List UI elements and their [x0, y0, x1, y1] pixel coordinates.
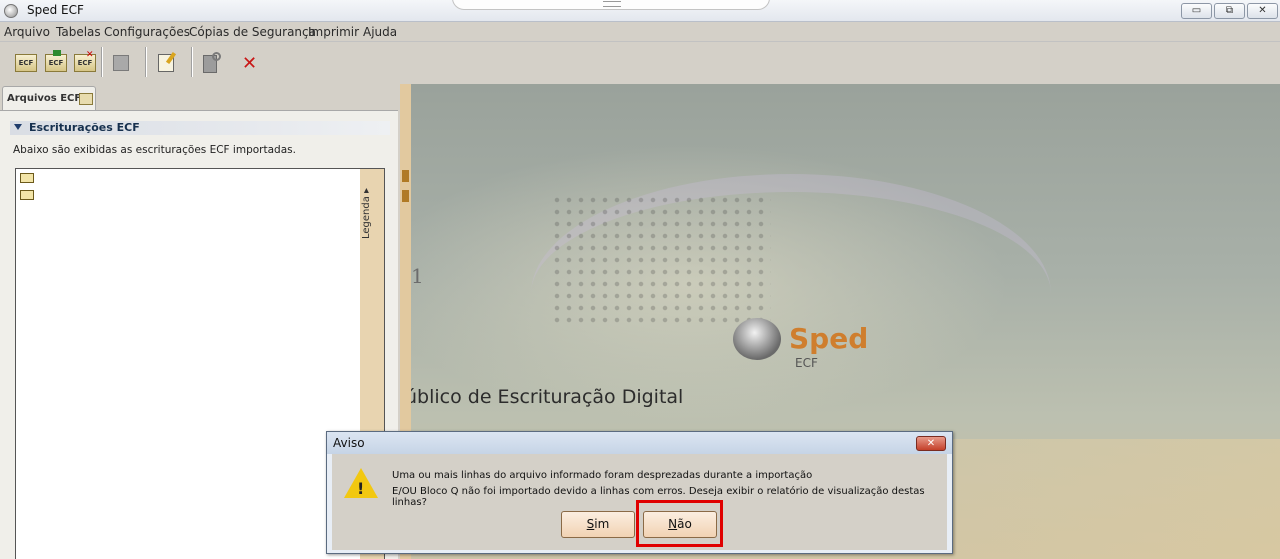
delete-ecf-button[interactable]: ECF ✕	[72, 50, 98, 76]
dialog-message-line1: Uma ou mais linhas do arquivo informado …	[392, 470, 813, 481]
sped-logo-text: Sped	[789, 322, 869, 355]
ecf-new-icon: ECF	[15, 54, 37, 72]
sim-button[interactable]: Sim	[561, 511, 635, 538]
folder-icon[interactable]	[20, 190, 34, 200]
new-ecf-button[interactable]: ECF	[13, 50, 39, 76]
search-server-button[interactable]	[199, 50, 225, 76]
menu-imprimir[interactable]: Imprimir	[308, 25, 359, 39]
toolbar-separator	[191, 47, 193, 77]
close-x-icon: ✕	[242, 53, 258, 74]
drag-grip[interactable]	[452, 0, 770, 10]
grip-lines-icon	[603, 1, 621, 7]
background-tagline: úblico de Escrituração Digital	[411, 386, 684, 408]
import-arrow-icon	[53, 50, 61, 56]
maximize-button[interactable]: ⧉	[1214, 3, 1245, 19]
dialog-title: Aviso	[333, 436, 365, 450]
import-ecf-button[interactable]: ECF	[43, 50, 69, 76]
menu-configuracoes[interactable]: Configurações	[104, 25, 190, 39]
dialog-titlebar[interactable]: Aviso ✕	[327, 432, 952, 454]
window-title: Sped ECF	[27, 3, 84, 17]
section-title: Escriturações ECF	[29, 121, 140, 134]
collapse-left-icon[interactable]	[402, 170, 409, 182]
menu-bar: Arquivo Tabelas Configurações Cópias de …	[0, 22, 1280, 42]
print-icon	[113, 55, 129, 71]
magnifier-icon	[212, 52, 221, 61]
menu-copias-seguranca[interactable]: Cópias de Segurança	[189, 25, 316, 39]
dot-pattern	[551, 194, 771, 324]
warning-mark: !	[357, 479, 365, 498]
print-button[interactable]	[108, 50, 134, 76]
ecf-import-icon: ECF	[45, 54, 67, 72]
minimize-button[interactable]: ▭	[1181, 3, 1212, 19]
app-icon	[4, 4, 18, 18]
folder-icon[interactable]	[20, 173, 34, 183]
menu-arquivo[interactable]: Arquivo	[4, 25, 50, 39]
background-numeral: 1	[411, 264, 424, 288]
window-titlebar: Sped ECF ▭ ⧉ ✕	[0, 0, 1280, 22]
close-x-button[interactable]: ✕	[237, 50, 263, 76]
delete-mark-icon: ✕	[86, 50, 94, 60]
sped-logo-sub: ECF	[795, 356, 818, 370]
expand-right-icon[interactable]	[402, 190, 409, 202]
legend-label: Legenda ▸	[361, 187, 372, 239]
nao-highlight-box	[636, 500, 723, 547]
tab-label: Arquivos ECF	[7, 93, 82, 104]
edit-button[interactable]	[154, 50, 180, 76]
menu-ajuda[interactable]: Ajuda	[363, 25, 397, 39]
tab-arquivos-ecf[interactable]: Arquivos ECF	[2, 86, 96, 110]
toolbar: ECF ECF ECF ✕ ✕	[0, 42, 1280, 84]
ecf-tab-icon	[79, 93, 93, 105]
collapse-arrow-icon	[14, 124, 22, 130]
menu-tabelas[interactable]: Tabelas	[56, 25, 101, 39]
toolbar-separator	[101, 47, 103, 77]
section-description: Abaixo são exibidas as escriturações ECF…	[13, 144, 296, 156]
section-header[interactable]: Escriturações ECF	[10, 121, 390, 135]
toolbar-separator	[145, 47, 147, 77]
dialog-close-button[interactable]: ✕	[916, 436, 946, 451]
close-window-button[interactable]: ✕	[1247, 3, 1278, 19]
sped-logo-icon	[733, 318, 781, 360]
